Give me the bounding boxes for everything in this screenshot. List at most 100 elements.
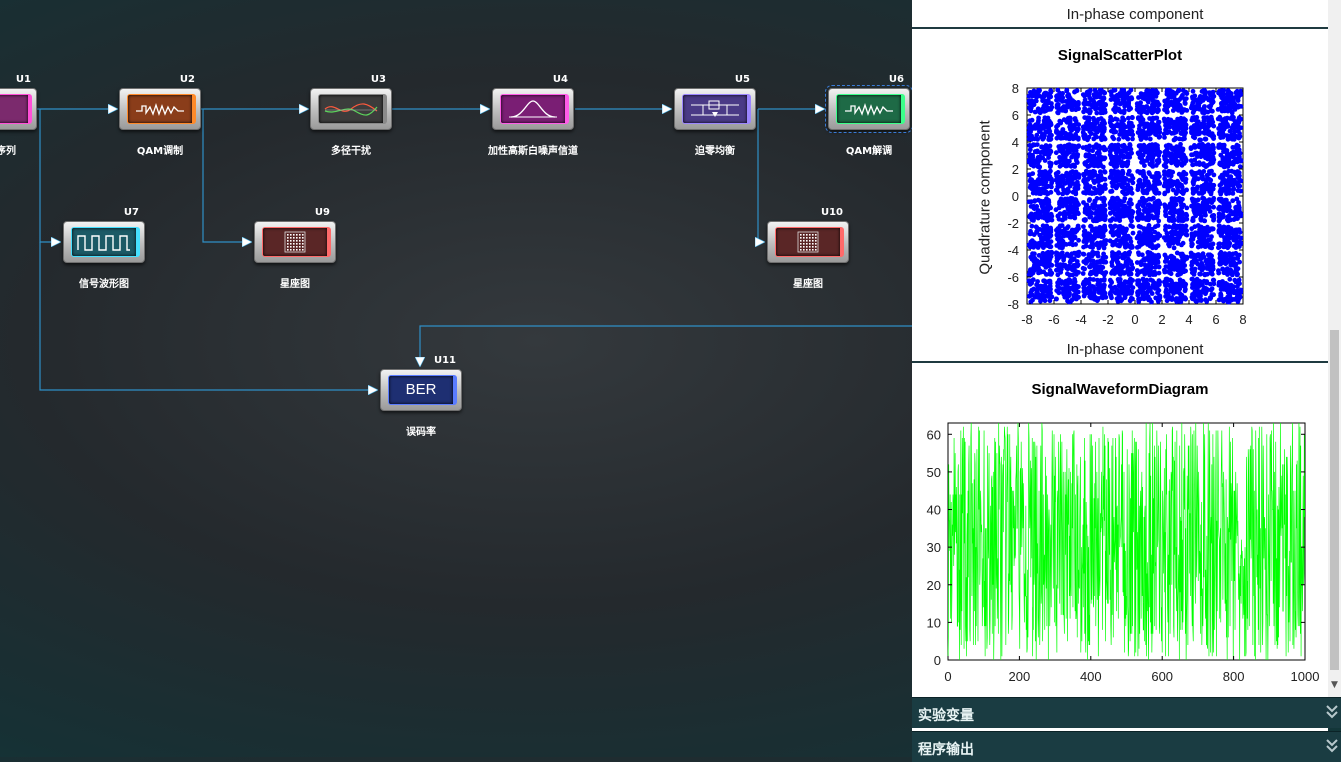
scatter-point <box>1026 272 1032 278</box>
block-u9[interactable]: U9 星座图 <box>254 207 336 290</box>
scatter-point <box>1119 88 1125 93</box>
scatter-point <box>1161 153 1167 159</box>
scatter-point <box>1235 183 1241 189</box>
scatter-point <box>1169 297 1175 302</box>
scatter-point <box>1130 224 1135 230</box>
scatter-point <box>1138 259 1144 265</box>
block-u5[interactable]: U5 迫零均衡 <box>674 74 756 157</box>
scatter-point <box>1223 260 1228 266</box>
scatter-point <box>1113 95 1119 101</box>
x-tick-label: -2 <box>1102 312 1114 327</box>
scatter-point <box>1091 205 1097 211</box>
scatter-point <box>1137 282 1143 287</box>
scatter-point <box>1125 251 1131 256</box>
scatter-point <box>1226 168 1232 174</box>
scatter-point <box>1122 196 1128 201</box>
scatter-point <box>1138 153 1143 158</box>
scatter-point <box>1153 190 1159 196</box>
scatter-point <box>1118 298 1124 304</box>
y-tick-label: 2 <box>1012 162 1019 177</box>
block-diagram-canvas[interactable]: U1控制序列 U2QAM调制 U3多径干扰 U4加性高斯白噪声信道 U5迫零均衡 U6QA… <box>0 0 913 757</box>
scatter-point <box>1233 250 1239 256</box>
scatter-point <box>1151 175 1157 181</box>
block-u1[interactable]: U1控制序列 <box>0 74 37 157</box>
scatter-point <box>1152 281 1158 287</box>
scatter-point <box>1072 268 1077 274</box>
scroll-down-arrow-icon[interactable]: ▼ <box>1328 680 1341 694</box>
scatter-point <box>1226 233 1231 239</box>
scatter-point <box>1177 271 1183 277</box>
scatter-point <box>1082 206 1088 212</box>
scatter-point <box>1191 106 1197 112</box>
scatter-point <box>1139 252 1145 258</box>
scatter-point <box>1069 206 1075 212</box>
scatter-point <box>1038 242 1043 248</box>
scatter-point <box>1141 208 1147 213</box>
scatter-point <box>1219 281 1225 287</box>
scatter-point <box>1028 177 1033 182</box>
scatter-point <box>1140 131 1145 137</box>
accordion-experiment-variables[interactable]: 实验变量 <box>912 697 1341 728</box>
scatter-point <box>1127 236 1133 241</box>
accordion-label: 程序输出 <box>918 742 974 758</box>
scatter-point <box>1086 152 1091 158</box>
scatter-point <box>1075 262 1081 268</box>
scatter-point <box>1064 225 1070 231</box>
block-u2[interactable]: U2 QAM调制 <box>119 74 201 157</box>
accordion-program-output[interactable]: 程序输出 <box>912 731 1341 762</box>
block-screen <box>128 95 195 123</box>
scatter-point <box>1096 153 1102 159</box>
scatter-point <box>1085 108 1091 114</box>
block-u6[interactable]: U6 QAM解调 <box>825 74 913 157</box>
block-u3[interactable]: U3 多径干扰 <box>310 74 392 157</box>
block-screen <box>501 95 568 123</box>
scatter-point <box>1232 95 1237 101</box>
scatter-point <box>1055 110 1060 115</box>
scatter-point <box>1211 93 1217 99</box>
panel-scrollbar[interactable]: ▼ <box>1328 0 1341 697</box>
scatter-point <box>1172 285 1178 290</box>
scatter-point <box>1231 136 1237 142</box>
scatter-point <box>1037 227 1043 232</box>
scatter-point <box>1060 191 1066 197</box>
scrollbar-thumb[interactable] <box>1330 330 1339 670</box>
scatter-point <box>1190 88 1196 94</box>
scatter-point <box>1111 88 1117 93</box>
scatter-point <box>1148 285 1154 291</box>
scatter-point <box>1081 251 1087 257</box>
scatter-point <box>1228 217 1234 223</box>
scatter-point <box>1177 103 1183 108</box>
scatter-point <box>1217 241 1223 247</box>
block-screen <box>72 228 139 256</box>
x-tick-label: 400 <box>1080 669 1102 684</box>
scatter-point <box>1032 294 1038 300</box>
block-u11[interactable]: BER U11 误码率 <box>380 355 462 438</box>
scatter-point <box>1082 266 1087 272</box>
scatter-point <box>1163 108 1169 113</box>
scatter-point <box>1030 155 1035 161</box>
scatter-point <box>1235 280 1241 286</box>
scatter-point <box>1075 127 1081 133</box>
scatter-point <box>1100 283 1106 288</box>
scatter-point <box>1237 164 1243 170</box>
block-u10[interactable]: U10 星座图 <box>767 207 849 290</box>
scatter-point <box>1042 145 1047 151</box>
block-label: QAM调制 <box>136 146 184 157</box>
scatter-point <box>1166 142 1171 148</box>
scatter-point <box>1136 116 1141 122</box>
scatter-point <box>1045 183 1051 189</box>
block-u4[interactable]: U4 加性高斯白噪声信道 <box>488 74 578 157</box>
scatter-point <box>1164 87 1170 93</box>
scatter-point <box>1090 148 1095 154</box>
scatter-point <box>1100 98 1105 104</box>
scatter-point <box>1057 285 1062 291</box>
scatter-point <box>1173 260 1179 266</box>
block-id: U1 <box>15 74 31 85</box>
block-label: 误码率 <box>406 427 436 438</box>
scatter-point <box>1126 90 1132 95</box>
block-u7[interactable]: U7 信号波形图 <box>63 207 145 290</box>
y-tick-label: 50 <box>927 465 941 480</box>
scatter-point <box>1048 88 1054 93</box>
scatter-point <box>1163 269 1169 275</box>
scatter-point <box>1029 143 1035 149</box>
